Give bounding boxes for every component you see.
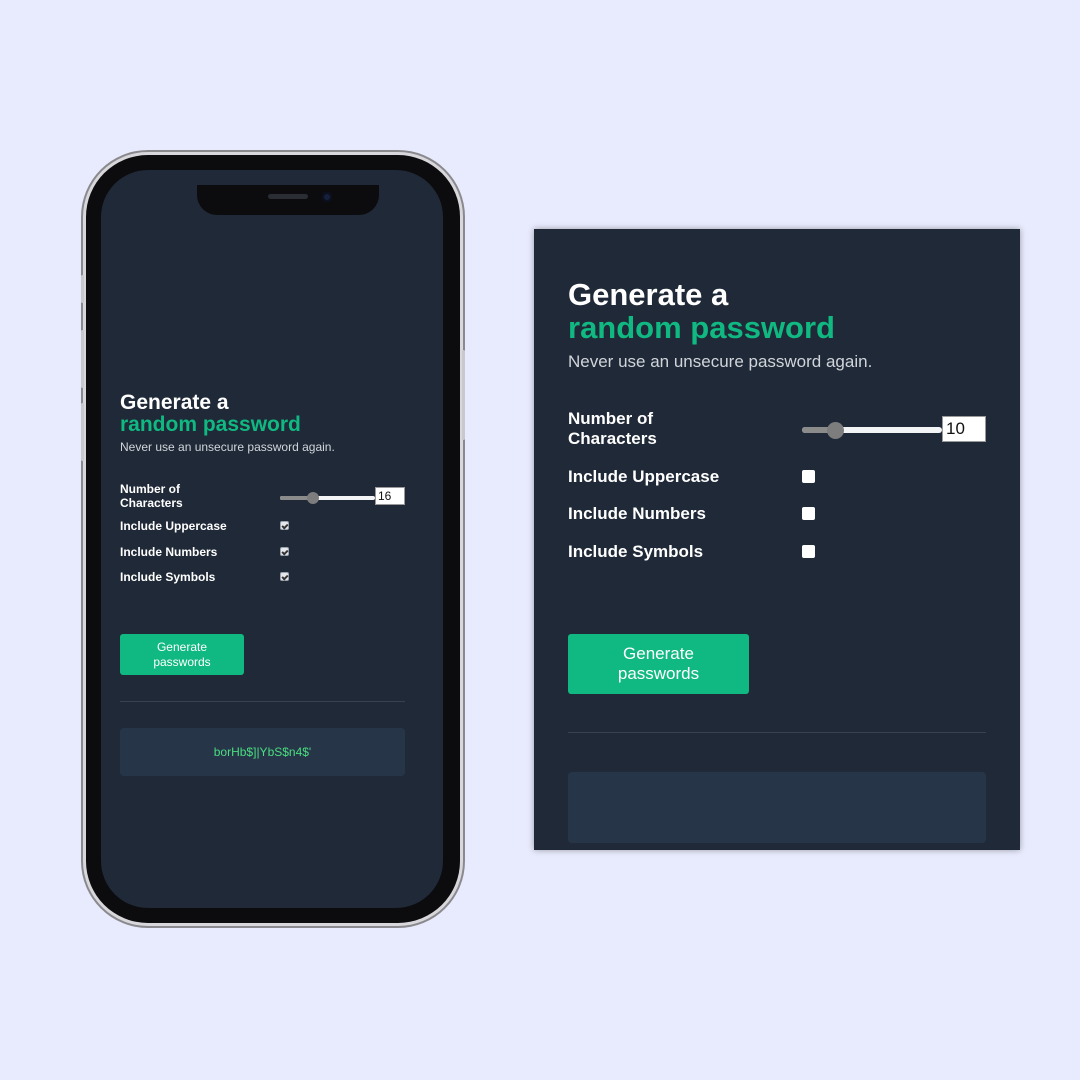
uppercase-label: Include Uppercase (120, 519, 227, 533)
length-row: Number of Characters 16 (120, 482, 405, 512)
numbers-checkbox[interactable] (280, 547, 289, 556)
password-output[interactable] (568, 772, 986, 843)
length-label: Number of Characters (568, 408, 657, 448)
length-label: Number of Characters (120, 482, 183, 510)
length-row: Number of Characters 10 (568, 407, 986, 451)
divider (120, 701, 405, 702)
numbers-row: Include Numbers (568, 503, 986, 525)
uppercase-row: Include Uppercase (120, 518, 405, 534)
symbols-row: Include Symbols (120, 569, 405, 585)
divider (568, 732, 986, 733)
mute-switch (81, 275, 84, 303)
numbers-row: Include Numbers (120, 544, 405, 560)
numbers-label: Include Numbers (120, 545, 218, 559)
symbols-label: Include Symbols (120, 570, 216, 584)
uppercase-checkbox[interactable] (280, 521, 289, 530)
title-line-2: random password (120, 413, 301, 437)
symbols-checkbox[interactable] (280, 572, 289, 581)
title-line-1: Generate a (120, 391, 229, 414)
subtitle: Never use an unsecure password again. (120, 440, 335, 455)
length-slider[interactable] (280, 492, 375, 504)
volume-down-button (81, 403, 84, 461)
desktop-app: Generate a random password Never use an … (568, 277, 988, 849)
uppercase-label: Include Uppercase (568, 467, 720, 486)
speaker (268, 194, 308, 199)
phone-mockup: Generate a random password Never use an … (81, 155, 465, 923)
title-line-1: Generate a (568, 277, 729, 312)
mobile-app: Generate a random password Never use an … (120, 391, 410, 792)
volume-up-button (81, 330, 84, 388)
uppercase-row: Include Uppercase (568, 466, 986, 488)
slider-track (280, 496, 375, 500)
generate-button[interactable]: Generate passwords (120, 634, 244, 675)
subtitle: Never use an unsecure password again. (568, 352, 873, 372)
numbers-label: Include Numbers (568, 504, 706, 523)
password-output[interactable]: borHb$]|YbS$n4$' (120, 728, 405, 776)
length-input[interactable]: 10 (942, 416, 986, 442)
notch (197, 185, 379, 215)
front-camera (322, 192, 332, 202)
desktop-app-card: Generate a random password Never use an … (534, 229, 1020, 850)
slider-thumb[interactable] (826, 422, 844, 439)
page-title: Generate a random password (568, 277, 988, 345)
generate-button[interactable]: Generate passwords (568, 634, 749, 694)
page-title: Generate a random password (120, 391, 410, 437)
length-input[interactable]: 16 (375, 487, 405, 505)
slider-track (802, 427, 942, 433)
numbers-checkbox[interactable] (802, 507, 815, 520)
title-line-2: random password (568, 309, 835, 345)
length-slider[interactable] (802, 422, 942, 439)
uppercase-checkbox[interactable] (802, 470, 815, 483)
symbols-row: Include Symbols (568, 541, 986, 563)
phone-screen: Generate a random password Never use an … (101, 170, 443, 908)
slider-thumb[interactable] (307, 492, 320, 504)
symbols-label: Include Symbols (568, 542, 704, 561)
symbols-checkbox[interactable] (802, 545, 815, 558)
power-button (462, 350, 465, 440)
